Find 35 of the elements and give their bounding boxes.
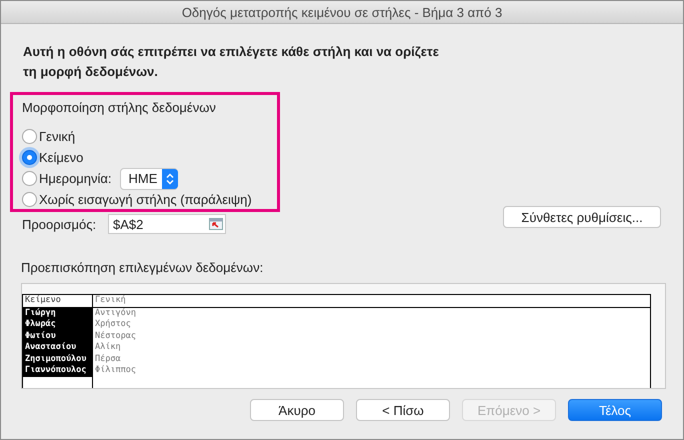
date-format-dropdown[interactable]: ΗΜΕ: [120, 168, 178, 190]
preview-cell-text: Αλίκη: [94, 342, 122, 354]
finish-button[interactable]: Τέλος: [568, 399, 662, 421]
instruction-text: Αυτή η οθόνη σάς επιτρέπει να επιλέγετε κάθε στήλη και να ορίζετε τη μορφή δεδομένων.: [23, 43, 440, 81]
radio-button[interactable]: [22, 192, 37, 207]
group-title: Μορφοποίηση στήλης δεδομένων: [22, 100, 217, 117]
destination-field[interactable]: $A$2: [108, 214, 226, 234]
radio-label[interactable]: Ημερομηνία:: [39, 171, 112, 186]
range-picker-icon[interactable]: [209, 218, 223, 230]
column-header[interactable]: Γενική: [93, 295, 650, 308]
preview-label: Προεπισκόπηση επιλεγμένων δεδομένων:: [21, 260, 264, 277]
destination-label: Προορισμός:: [22, 216, 98, 232]
radio-button[interactable]: [22, 171, 37, 186]
preview-cell-text: Πέρσα: [94, 354, 122, 365]
cancel-button[interactable]: Άκυρο: [250, 399, 344, 421]
preview-cell-text: Αντιγόνη: [94, 308, 137, 319]
radio-label[interactable]: Γενική: [39, 129, 76, 144]
preview-cell-text: Χρήστος: [94, 319, 132, 330]
preview-cell: Αναστασίου: [23, 342, 92, 354]
radio-button[interactable]: [22, 150, 37, 165]
preview-cell: Φλωράς: [23, 319, 92, 330]
destination-value: $A$2: [113, 216, 144, 232]
radio-label[interactable]: Χωρίς εισαγωγή στήλης (παράλειψη): [39, 192, 252, 207]
preview-cell-text: Φίλιππος: [94, 365, 137, 376]
advanced-button[interactable]: Σύνθετες ρυθμίσεις...: [503, 206, 661, 228]
radio-button[interactable]: [22, 129, 37, 144]
preview-cell: Ζησιμοπούλου: [23, 354, 92, 365]
preview-cell: Γιαννόπουλος: [23, 365, 92, 376]
window-title: Οδηγός μετατροπής κειμένου σε στήλες - Βήμα 3 από 3: [1, 1, 683, 24]
radio-label[interactable]: Κείμενο: [39, 150, 84, 165]
preview-cell: Γιώργη: [23, 308, 92, 319]
preview-cell: Φωτίου: [23, 330, 92, 342]
stepper-icon: [162, 168, 178, 188]
preview-cell-text: Νέστορας: [94, 330, 137, 342]
back-button[interactable]: < Πίσω: [356, 399, 450, 421]
